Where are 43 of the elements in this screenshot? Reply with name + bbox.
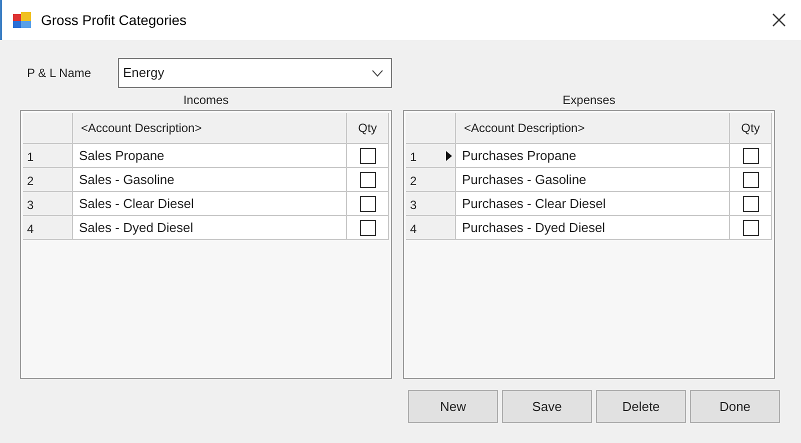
pl-name-dropdown[interactable]: Energy xyxy=(118,58,392,88)
qty-checkbox[interactable] xyxy=(360,220,376,236)
corner-header xyxy=(406,113,456,144)
dialog-button[interactable]: Delete xyxy=(596,390,686,423)
chevron-icon xyxy=(372,70,383,76)
column-header[interactable]: Qty xyxy=(347,113,389,144)
close-icon[interactable] xyxy=(772,13,786,27)
column-header[interactable]: <Account Description> xyxy=(456,113,730,144)
grid-title: Expenses xyxy=(562,92,616,109)
window-title: Gross Profit Categories xyxy=(41,10,186,30)
table-cell: Sales Propane xyxy=(73,144,347,168)
qty-checkbox[interactable] xyxy=(360,196,376,212)
dialog-button[interactable]: Done xyxy=(690,390,780,423)
row-header[interactable]: 4 xyxy=(406,216,456,240)
qty-checkbox[interactable] xyxy=(742,172,758,188)
qty-checkbox[interactable] xyxy=(360,148,376,164)
app-icon xyxy=(13,12,31,28)
column-header[interactable]: Qty xyxy=(730,113,772,144)
table-cell: Sales - Gasoline xyxy=(73,168,347,192)
row-header[interactable]: 2 xyxy=(23,168,73,192)
table-cell: Sales - Clear Diesel xyxy=(73,192,347,216)
qty-checkbox[interactable] xyxy=(742,196,758,212)
row-header[interactable]: 1 xyxy=(23,144,73,168)
field-label: P & L Name xyxy=(27,65,92,82)
qty-checkbox[interactable] xyxy=(360,172,376,188)
grid-title: Incomes xyxy=(182,92,230,109)
row-header[interactable]: 3 xyxy=(23,192,73,216)
dialog-button[interactable]: New xyxy=(408,390,498,423)
row-header[interactable]: 4 xyxy=(23,216,73,240)
column-header[interactable]: <Account Description> xyxy=(73,113,347,144)
table-cell: Purchases - Dyed Diesel xyxy=(456,216,730,240)
qty-checkbox[interactable] xyxy=(742,220,758,236)
dialog-button[interactable]: Save xyxy=(502,390,592,423)
row-header[interactable]: 3 xyxy=(406,192,456,216)
current-row-icon xyxy=(446,151,452,161)
table-cell: Purchases - Clear Diesel xyxy=(456,192,730,216)
row-header[interactable]: 1 xyxy=(406,144,456,168)
table-cell: Purchases Propane xyxy=(456,144,730,168)
table-cell: Sales - Dyed Diesel xyxy=(73,216,347,240)
qty-checkbox[interactable] xyxy=(742,148,758,164)
row-header[interactable]: 2 xyxy=(406,168,456,192)
corner-header xyxy=(23,113,73,144)
table-cell: Purchases - Gasoline xyxy=(456,168,730,192)
